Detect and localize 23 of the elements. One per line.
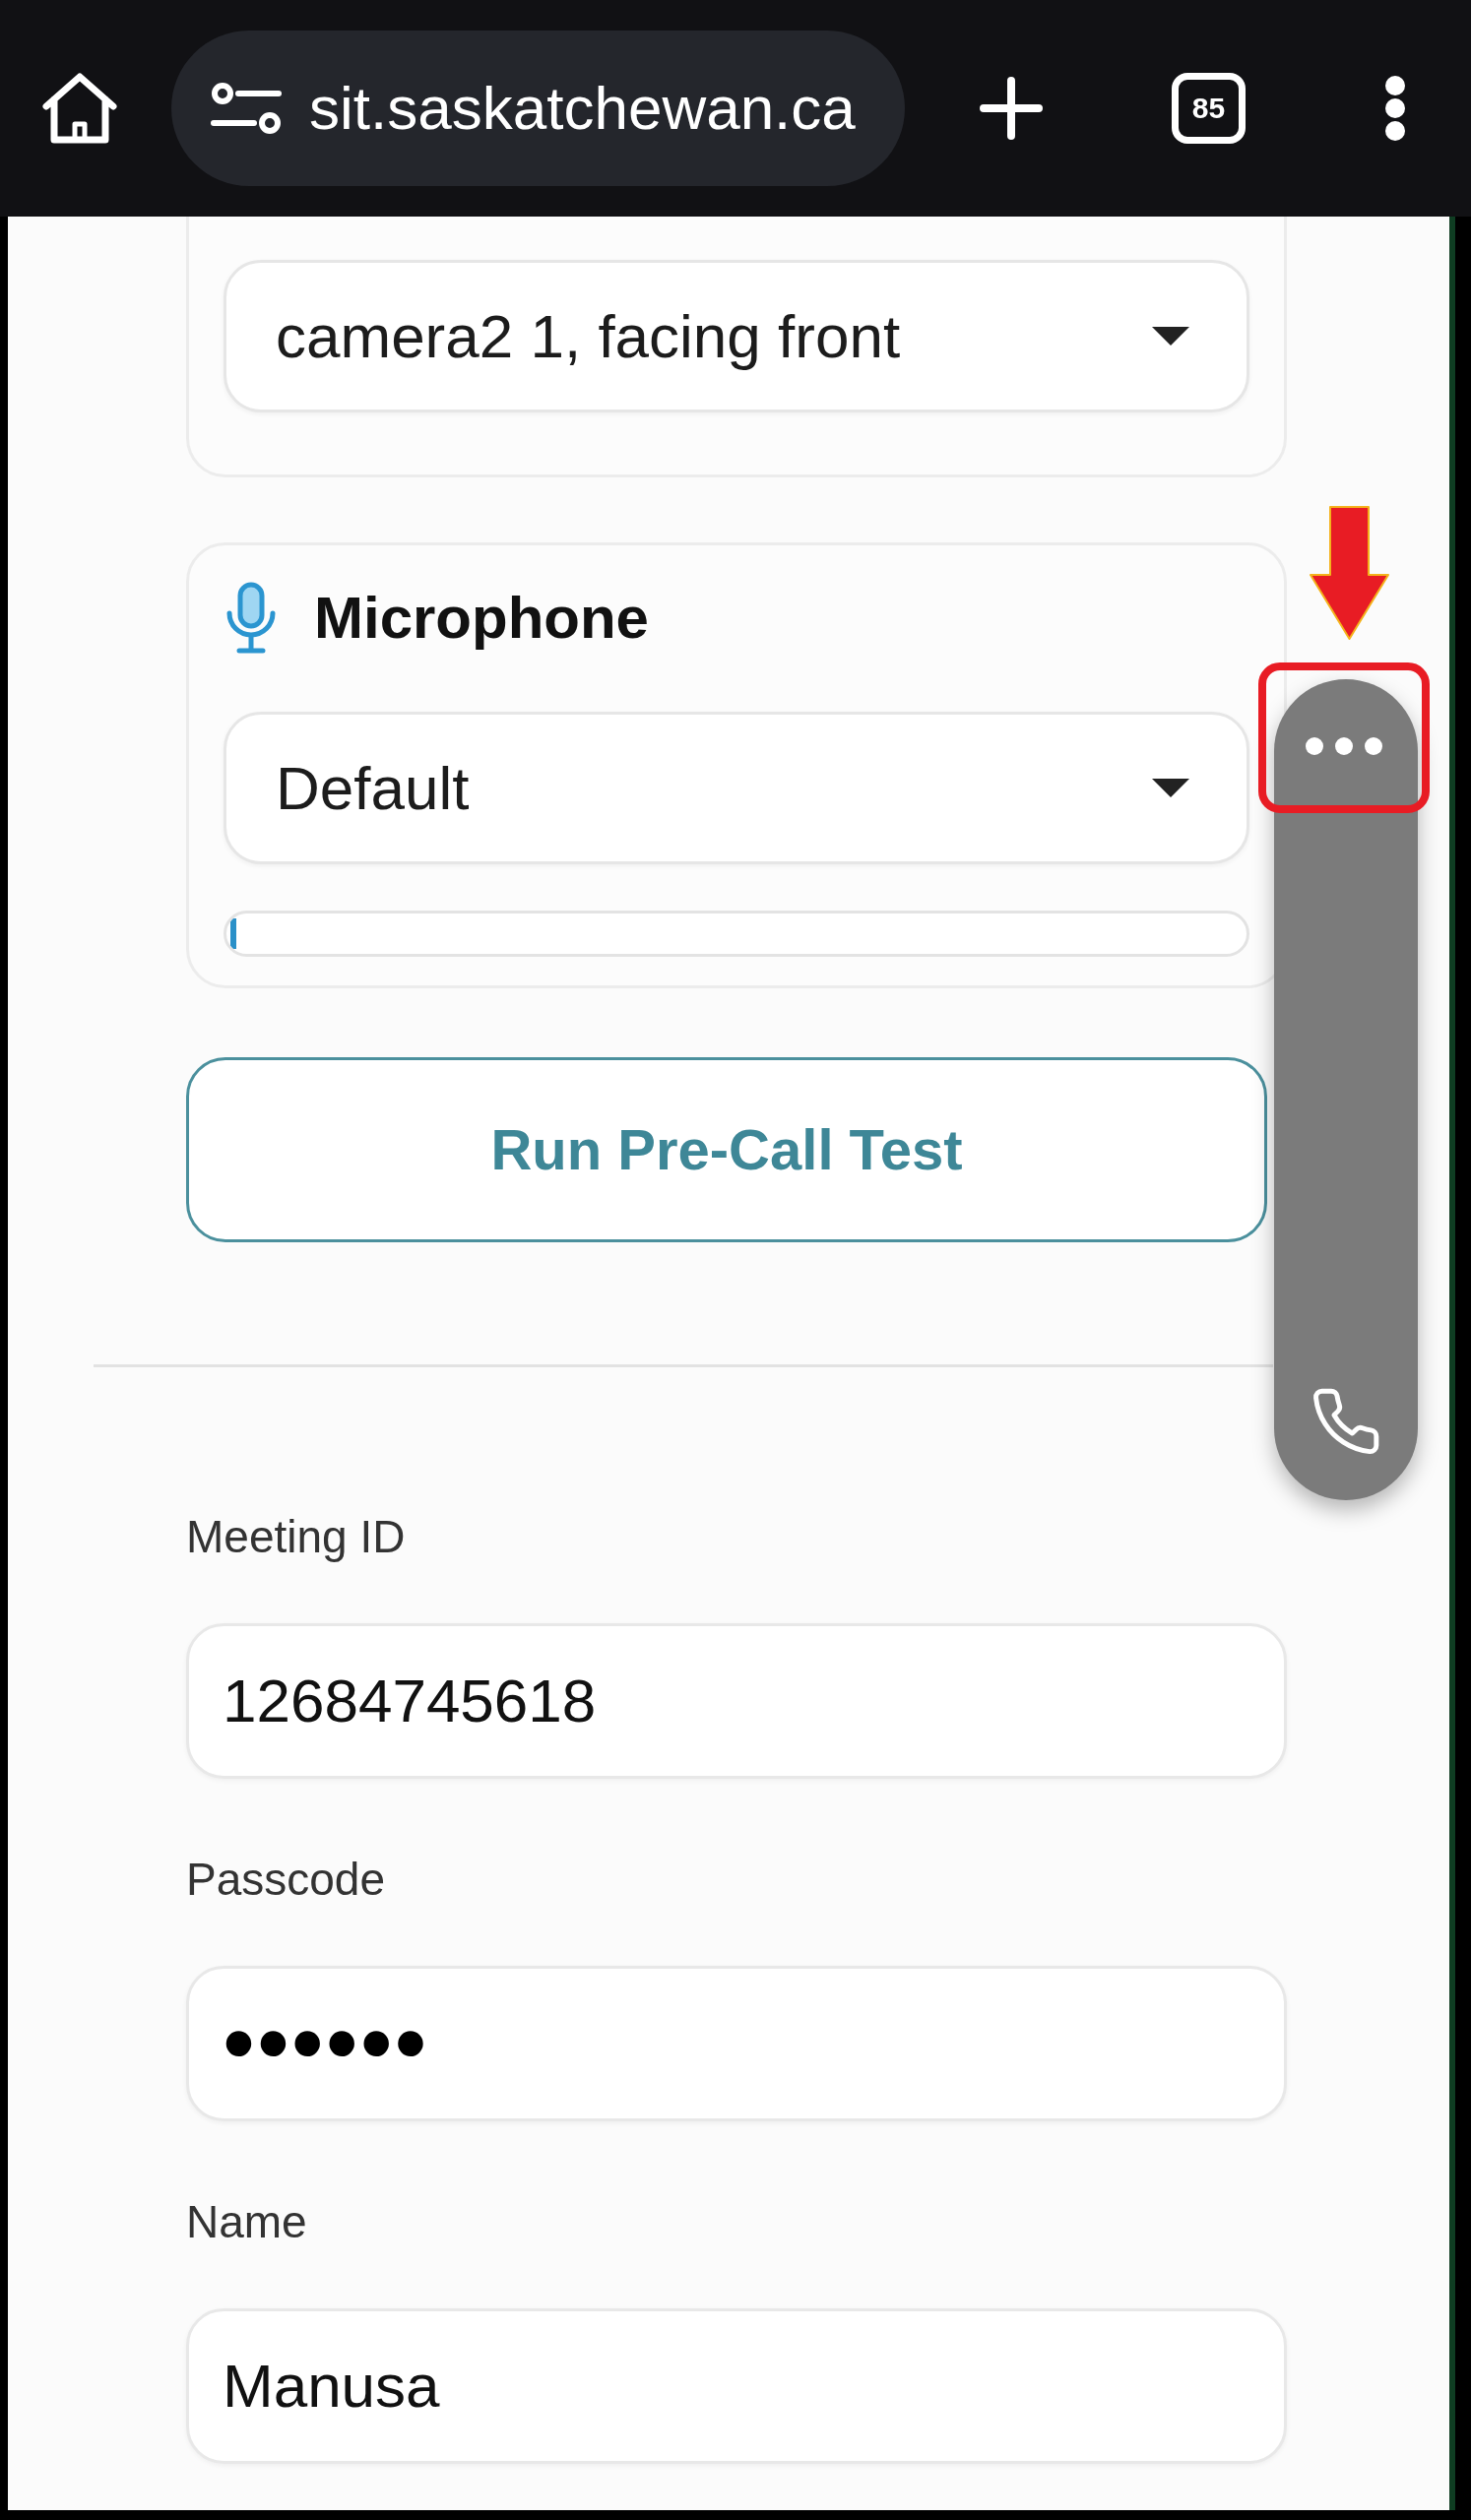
field-label: Meeting ID [186, 1511, 406, 1562]
address-bar[interactable]: sit.saskatchewan.ca [171, 31, 905, 186]
caret-icon [1152, 327, 1189, 346]
card-title: Microphone [314, 588, 649, 648]
caret-icon [1152, 779, 1189, 797]
password-field[interactable]: •••••• [186, 1966, 1287, 2121]
run-pre-call-test-button[interactable]: Run Pre-Call Test [186, 1057, 1267, 1242]
down-arrow-icon [1310, 506, 1389, 640]
home-button[interactable] [42, 73, 117, 144]
new-tab-button[interactable] [980, 77, 1043, 140]
more-options-button[interactable] [1383, 76, 1407, 141]
menu-icon [1383, 76, 1407, 141]
device-select[interactable]: Default [224, 712, 1249, 864]
sliders-icon [211, 83, 282, 134]
home-icon [42, 73, 117, 144]
tab-count-button[interactable]: 85 [1172, 73, 1246, 144]
text-field[interactable]: 12684745618 [186, 1623, 1287, 1779]
device-select[interactable]: camera2 1, facing front [224, 260, 1249, 412]
field-label: Name [186, 2196, 307, 2247]
plus-icon [980, 77, 1043, 140]
field-label: Passcode [186, 1854, 385, 1905]
ellipsis-icon [1306, 737, 1382, 755]
text-field[interactable]: Manusa [186, 2308, 1287, 2464]
